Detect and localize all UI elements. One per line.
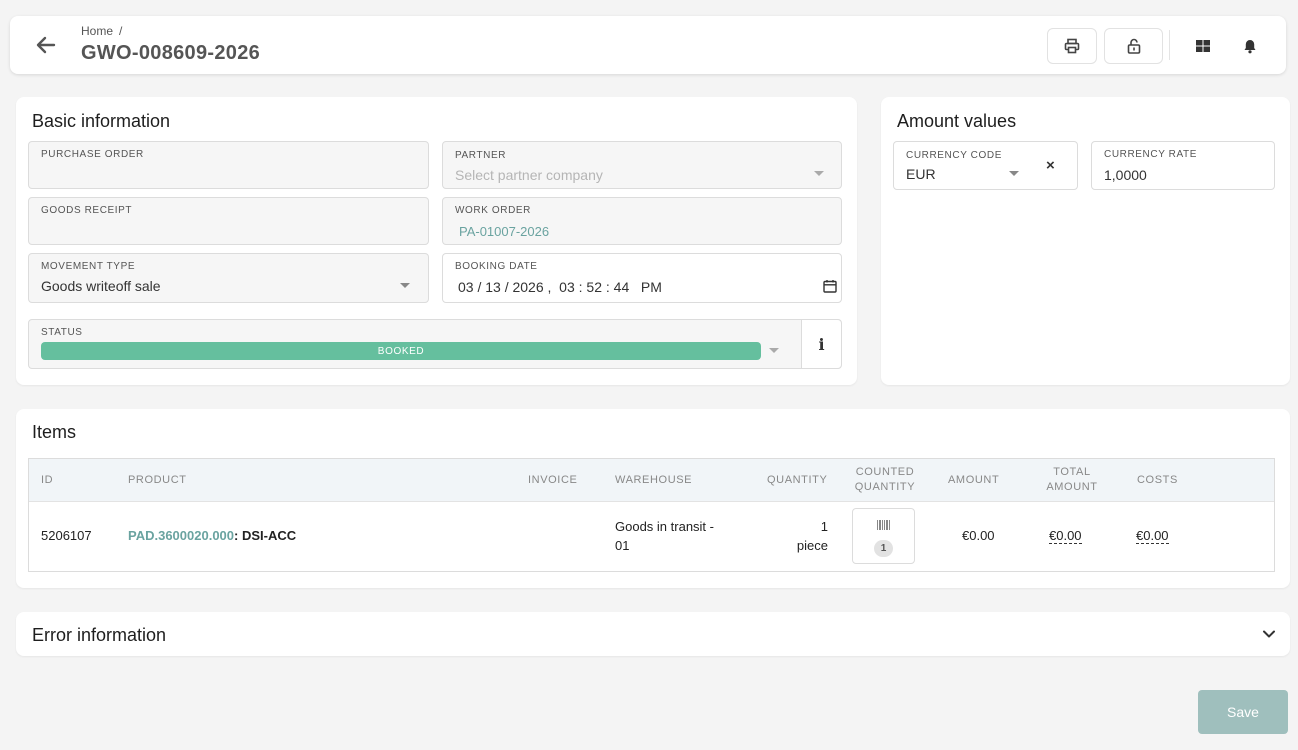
- column-header-costs[interactable]: COSTS: [1137, 473, 1178, 488]
- column-header-total-line1: TOTAL: [1053, 466, 1091, 478]
- total-amount-value[interactable]: €0.00: [1049, 528, 1082, 544]
- cell-warehouse: Goods in transit - 01: [615, 517, 714, 555]
- cell-product: PAD.3600020.000: DSI-ACC: [128, 526, 296, 545]
- page-title: GWO-008609-2026: [81, 42, 261, 64]
- top-bar: Home / GWO-008609-2026: [10, 16, 1286, 74]
- currency-rate-input[interactable]: CURRENCY RATE 1,0000: [1091, 141, 1275, 190]
- column-header-product[interactable]: PRODUCT: [128, 473, 187, 488]
- partner-label: PARTNER: [455, 150, 507, 161]
- booking-date-label: BOOKING DATE: [455, 261, 538, 272]
- currency-code-select[interactable]: CURRENCY CODE EUR ×: [893, 141, 1078, 190]
- booking-date-value: 03 / 13 / 2026 , 03 : 52 : 44 PM: [458, 279, 662, 295]
- items-title: Items: [32, 422, 77, 442]
- info-icon: i: [818, 334, 825, 354]
- cell-amount: €0.00: [962, 528, 995, 543]
- back-arrow-icon[interactable]: [34, 33, 58, 57]
- purchase-order-field[interactable]: PURCHASE ORDER: [28, 141, 429, 189]
- column-header-amount[interactable]: AMOUNT: [948, 473, 999, 488]
- goods-receipt-label: GOODS RECEIPT: [41, 205, 133, 216]
- booking-date-input[interactable]: BOOKING DATE 03 / 13 / 2026 , 03 : 52 : …: [442, 253, 842, 303]
- save-button[interactable]: Save: [1198, 690, 1288, 734]
- error-information-card[interactable]: Error information: [16, 612, 1290, 656]
- breadcrumb: Home /: [81, 24, 122, 38]
- counted-quantity-badge: 1: [874, 540, 893, 557]
- chevron-down-icon: [1009, 171, 1019, 176]
- basic-information-card: Basic information PURCHASE ORDER PARTNER…: [16, 97, 857, 385]
- print-button[interactable]: [1047, 28, 1097, 64]
- warehouse-line1: Goods in transit -: [615, 519, 714, 534]
- clear-icon[interactable]: ×: [1046, 157, 1055, 174]
- cell-quantity: 1 piece: [767, 517, 828, 555]
- print-icon: [1064, 38, 1080, 54]
- items-table: ID PRODUCT INVOICE WAREHOUSE QUANTITY CO…: [28, 458, 1275, 572]
- table-header: ID PRODUCT INVOICE WAREHOUSE QUANTITY CO…: [29, 459, 1274, 502]
- currency-code-label: CURRENCY CODE: [906, 150, 1002, 161]
- column-header-total-amount[interactable]: TOTAL AMOUNT: [1034, 465, 1110, 495]
- movement-type-label: MOVEMENT TYPE: [41, 261, 136, 272]
- purchase-order-label: PURCHASE ORDER: [41, 149, 144, 160]
- quantity-value: 1: [820, 519, 828, 534]
- unlock-button[interactable]: [1104, 28, 1163, 64]
- movement-type-value: Goods writeoff sale: [41, 278, 161, 294]
- quantity-unit: piece: [796, 538, 828, 553]
- product-code-link[interactable]: PAD.3600020.000: [128, 528, 234, 543]
- costs-value[interactable]: €0.00: [1136, 528, 1169, 544]
- chevron-down-icon: [400, 283, 410, 288]
- partner-select[interactable]: PARTNER Select partner company: [442, 141, 842, 189]
- toolbar-divider: [1169, 30, 1170, 60]
- basic-information-title: Basic information: [32, 111, 171, 131]
- partner-placeholder: Select partner company: [455, 167, 603, 183]
- column-header-counted-quantity[interactable]: COUNTED QUANTITY: [847, 465, 923, 495]
- goods-receipt-field[interactable]: GOODS RECEIPT: [28, 197, 429, 245]
- work-order-link[interactable]: PA-01007-2026: [459, 224, 549, 239]
- column-header-total-line2: AMOUNT: [1046, 481, 1098, 493]
- column-header-counted-line2: QUANTITY: [854, 481, 916, 493]
- column-header-id[interactable]: ID: [41, 473, 53, 488]
- column-header-quantity[interactable]: QUANTITY: [767, 473, 827, 488]
- chevron-down-icon[interactable]: [1262, 627, 1276, 641]
- column-header-warehouse[interactable]: WAREHOUSE: [615, 473, 692, 488]
- calendar-icon[interactable]: [823, 279, 837, 293]
- column-header-invoice[interactable]: INVOICE: [528, 473, 577, 488]
- amount-values-title: Amount values: [897, 111, 1017, 131]
- product-name: : DSI-ACC: [234, 528, 297, 543]
- info-button[interactable]: i: [801, 320, 841, 368]
- currency-rate-value: 1,0000: [1104, 167, 1147, 183]
- currency-code-value: EUR: [906, 166, 936, 182]
- movement-type-select[interactable]: MOVEMENT TYPE Goods writeoff sale: [28, 253, 429, 303]
- work-order-label: WORK ORDER: [455, 205, 531, 216]
- dashboard-icon[interactable]: [1191, 34, 1215, 58]
- currency-rate-label: CURRENCY RATE: [1104, 149, 1197, 160]
- amount-values-card: Amount values CURRENCY CODE EUR × CURREN…: [881, 97, 1290, 385]
- items-card: Items ID PRODUCT INVOICE WAREHOUSE QUANT…: [16, 409, 1290, 588]
- error-information-title: Error information: [32, 625, 167, 645]
- breadcrumb-separator: /: [119, 24, 123, 38]
- work-order-field[interactable]: WORK ORDER PA-01007-2026: [442, 197, 842, 245]
- bell-icon[interactable]: [1238, 34, 1262, 58]
- unlock-icon: [1127, 38, 1140, 54]
- cell-costs: €0.00: [1136, 526, 1169, 545]
- cell-id: 5206107: [41, 528, 92, 543]
- counted-quantity-button[interactable]: 1: [852, 508, 915, 564]
- status-badge: BOOKED: [41, 342, 761, 360]
- column-header-counted-line1: COUNTED: [855, 466, 915, 478]
- chevron-down-icon: [769, 348, 779, 353]
- breadcrumb-home[interactable]: Home: [81, 24, 113, 38]
- status-select[interactable]: STATUS BOOKED i: [28, 319, 842, 369]
- chevron-down-icon: [814, 171, 824, 176]
- status-label: STATUS: [41, 327, 83, 338]
- cell-total-amount: €0.00: [1049, 526, 1082, 545]
- table-row: 5206107 PAD.3600020.000: DSI-ACC Goods i…: [29, 502, 1274, 572]
- warehouse-line2: 01: [615, 538, 630, 553]
- barcode-icon: [877, 520, 890, 530]
